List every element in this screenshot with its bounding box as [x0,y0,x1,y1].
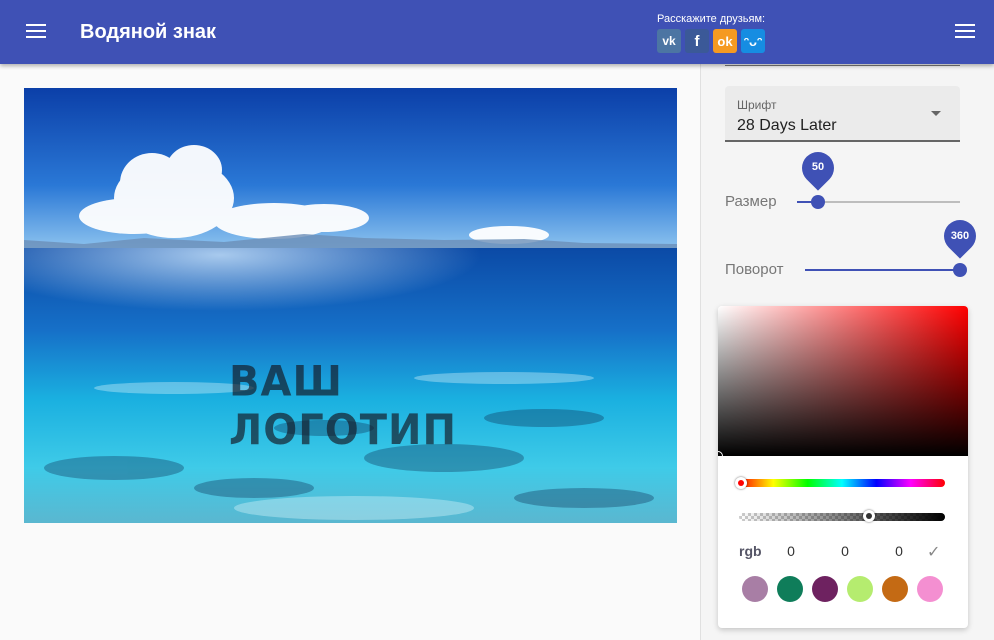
alpha-slider-handle[interactable] [863,510,875,522]
vk-icon: vk [662,34,676,48]
vk-share-button[interactable]: vk [657,29,681,53]
size-slider-thumb[interactable] [811,195,825,209]
color-swatch[interactable] [847,576,873,602]
text-field-underline [725,64,960,66]
rotation-value: 360 [950,230,970,242]
share-label: Расскажите друзьям: [657,13,766,25]
check-icon[interactable]: ✓ [927,542,940,562]
moymir-share-button[interactable]: ᵔᴗᵔ [741,29,765,53]
blue-value[interactable]: 0 [889,543,909,559]
app-bar: Водяной знак Расскажите друзьям: vk f ok… [0,0,994,64]
font-select-value: 28 Days Later [737,117,837,134]
rotation-slider-track[interactable] [805,269,960,271]
menu-icon[interactable] [25,21,47,41]
sea-photo [24,88,677,523]
font-select[interactable]: Шрифт 28 Days Later [725,86,960,142]
odnoklassniki-icon: ok [717,33,733,49]
odnoklassniki-share-button[interactable]: ok [713,29,737,53]
rotation-slider-thumb[interactable] [953,263,967,277]
color-picker: rgb 0 0 0 ✓ [718,306,968,628]
saturation-value-area[interactable] [718,306,968,461]
hue-slider-handle[interactable] [735,477,747,489]
settings-menu-icon[interactable] [954,21,976,41]
color-swatch[interactable] [882,576,908,602]
rotation-label: Поворот [725,261,784,278]
green-value[interactable]: 0 [835,543,855,559]
watermark-text[interactable]: ВАШ ЛОГОТИП [229,358,539,455]
font-select-label: Шрифт [737,98,777,112]
saturation-handle[interactable] [718,451,723,461]
facebook-icon: f [694,32,700,50]
facebook-share-button[interactable]: f [685,29,709,53]
hue-slider[interactable] [735,477,945,489]
color-swatch[interactable] [742,576,768,602]
moymir-icon: ᵔᴗᵔ [743,33,763,49]
color-swatch[interactable] [812,576,838,602]
preview-image[interactable]: ВАШ ЛОГОТИП [24,88,677,523]
page-title: Водяной знак [80,21,217,43]
color-swatch[interactable] [777,576,803,602]
chevron-down-icon [931,111,941,116]
red-value[interactable]: 0 [781,543,801,559]
alpha-slider[interactable] [739,513,945,521]
color-swatch[interactable] [917,576,943,602]
color-mode-toggle[interactable]: rgb [739,543,762,559]
size-label: Размер [725,193,777,210]
size-value: 50 [811,161,825,173]
